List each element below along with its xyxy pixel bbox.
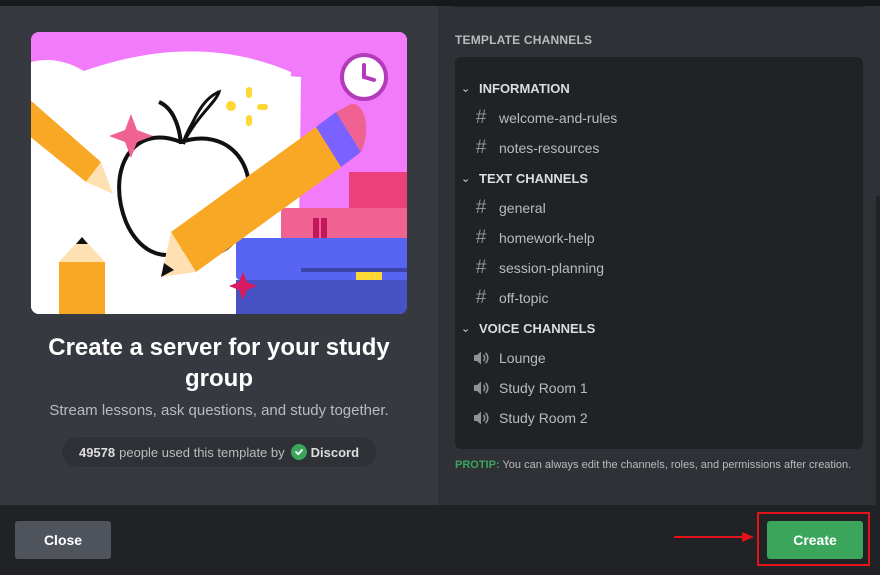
scrollbar[interactable] [876, 196, 880, 506]
annotation-arrow-icon [674, 532, 754, 542]
speaker-icon [471, 380, 491, 396]
create-button[interactable]: Create [767, 521, 863, 559]
channel-item[interactable]: # welcome-and-rules [471, 103, 618, 133]
hash-icon: # [475, 137, 487, 158]
usage-text: people used this template by [119, 444, 285, 460]
divider [454, 6, 864, 7]
channel-item[interactable]: Lounge [471, 343, 546, 373]
template-title: Create a server for your study group [48, 334, 390, 392]
check-icon [290, 444, 307, 460]
category-label: INFORMATION [479, 80, 570, 96]
channel-name: homework-help [499, 230, 595, 246]
usage-brand: Discord [310, 444, 360, 460]
usage-count: 49578 [78, 444, 116, 460]
protip-tag: PROTIP: [455, 459, 500, 471]
channel-name: welcome-and-rules [499, 110, 618, 126]
hash-icon: # [475, 107, 487, 128]
category-voice-channels[interactable]: ⌄ VOICE CHANNELS [461, 313, 595, 343]
chevron-down-icon: ⌄ [461, 322, 471, 335]
channel-name: Lounge [499, 350, 546, 366]
channel-item[interactable]: # notes-resources [471, 133, 600, 163]
speaker-icon [471, 410, 491, 426]
hash-icon: # [475, 257, 487, 278]
category-text-channels[interactable]: ⌄ TEXT CHANNELS [461, 163, 588, 193]
template-subtitle: Stream lessons, ask questions, and study… [49, 402, 389, 419]
channel-name: general [499, 200, 546, 216]
study-group-illustration [31, 32, 407, 314]
section-label: TEMPLATE CHANNELS [455, 33, 593, 47]
category-label: VOICE CHANNELS [479, 320, 596, 336]
protip-text: You can always edit the channels, roles,… [502, 459, 852, 471]
hash-icon: # [475, 287, 487, 308]
channel-name: session-planning [499, 260, 605, 276]
channel-name: off-topic [499, 290, 549, 306]
channel-name: Study Room 2 [499, 410, 588, 426]
channel-name: Study Room 1 [499, 380, 588, 396]
chevron-down-icon: ⌄ [461, 172, 471, 185]
chevron-down-icon: ⌄ [461, 82, 471, 95]
template-usage-pill: 49578 people used this template by Disco… [62, 437, 376, 467]
category-information[interactable]: ⌄ INFORMATION [461, 73, 570, 103]
channel-item[interactable]: Study Room 1 [471, 373, 588, 403]
channel-name: notes-resources [499, 140, 600, 156]
channel-item[interactable]: # session-planning [471, 253, 604, 283]
channel-item[interactable]: Study Room 2 [471, 403, 588, 433]
channel-list: ⌄ INFORMATION # welcome-and-rules # note… [455, 57, 863, 449]
protip: PROTIP: You can always edit the channels… [455, 459, 851, 471]
channel-item[interactable]: # general [471, 193, 546, 223]
illustration-art [31, 32, 407, 314]
speaker-icon [471, 350, 491, 366]
channel-item[interactable]: # homework-help [471, 223, 595, 253]
close-button[interactable]: Close [15, 521, 111, 559]
category-label: TEXT CHANNELS [479, 170, 589, 186]
hash-icon: # [475, 197, 487, 218]
channel-item[interactable]: # off-topic [471, 283, 549, 313]
hash-icon: # [475, 227, 487, 248]
